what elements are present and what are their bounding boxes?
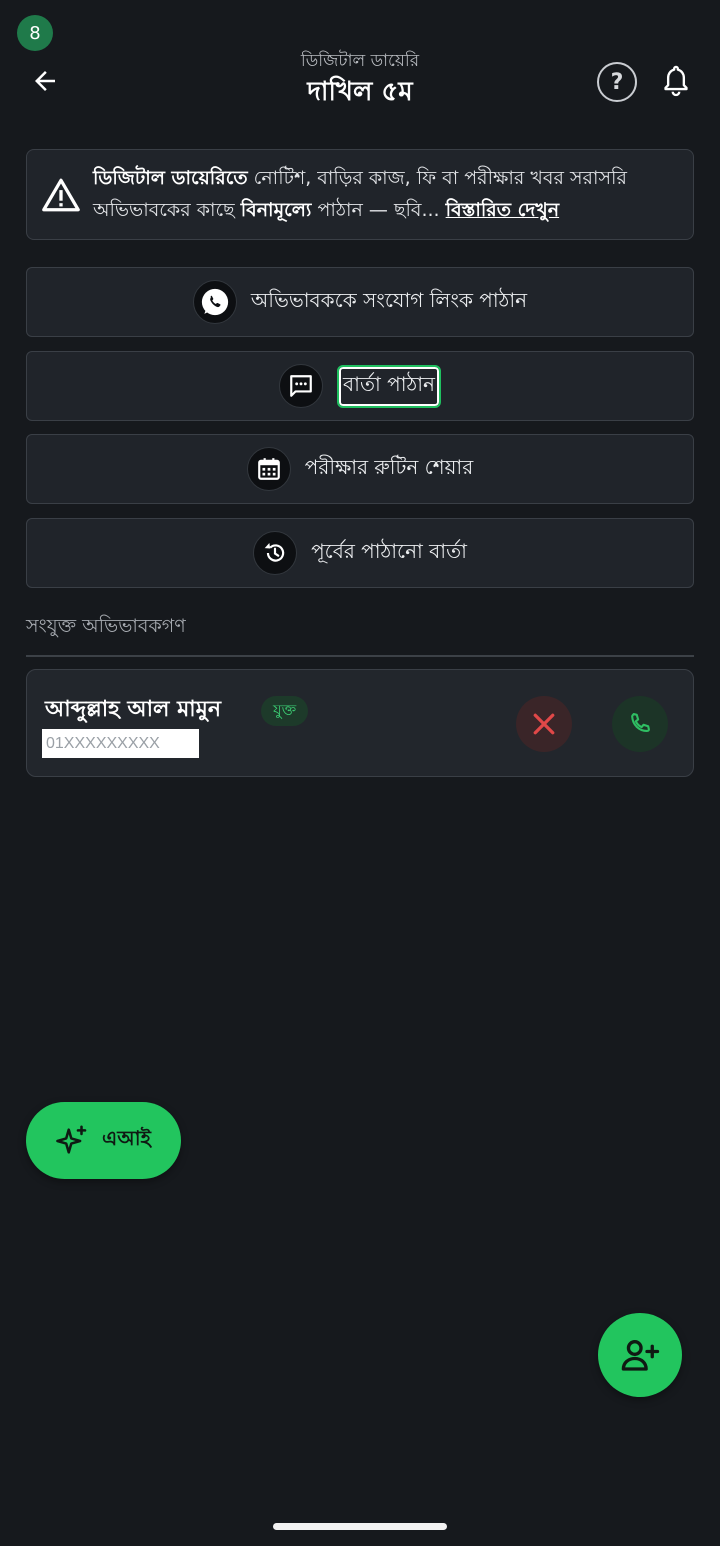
- back-arrow-icon: [35, 71, 55, 91]
- action-label: পূর্বের পাঠানো বার্তা: [311, 538, 467, 563]
- phone-icon: [631, 713, 650, 732]
- add-parent-button[interactable]: [598, 1313, 682, 1397]
- details-link[interactable]: বিস্তারিত দেখুন: [446, 199, 559, 221]
- ai-assistant-button[interactable]: এআই: [26, 1102, 181, 1179]
- notice-bold-mid: বিনামূল্যে: [240, 199, 312, 221]
- ai-button-label: এআই: [102, 1126, 151, 1150]
- help-button[interactable]: ?: [597, 62, 637, 102]
- notice-text: ডিজিটাল ডায়েরিতে নোটিশ, বাড়ির কাজ, ফি …: [93, 162, 688, 226]
- action-label: অভিভাবককে সংযোগ লিংক পাঠান: [250, 287, 528, 312]
- back-button[interactable]: [22, 58, 68, 104]
- notice-text-b: পাঠান — ছবি...: [311, 199, 446, 221]
- parent-card[interactable]: আব্দুল্লাহ আল মামুন যুক্ত 01XXXXXXXXX: [26, 669, 694, 777]
- sparkle-icon: [56, 1125, 87, 1154]
- call-parent-button[interactable]: [612, 696, 668, 752]
- whatsapp-icon: [192, 280, 237, 324]
- page-subtitle: ডিজিটাল ডায়েরি: [300, 51, 420, 71]
- bell-icon: [664, 65, 688, 97]
- share-exam-routine-button[interactable]: পরীক্ষার রুটিন শেয়ার: [26, 434, 694, 504]
- status-badge: যুক্ত: [261, 696, 309, 726]
- notification-count-badge: 8: [17, 15, 53, 51]
- page-title: দাখিল ৫ম: [307, 77, 413, 107]
- send-connection-link-button[interactable]: অভিভাবককে সংযোগ লিংক পাঠান: [26, 267, 694, 337]
- parent-phone: 01XXXXXXXXX: [42, 729, 199, 758]
- section-heading: সংযুক্ত অভিভাবকগণ: [26, 615, 186, 637]
- action-label: পরীক্ষার রুটিন শেয়ার: [304, 454, 474, 479]
- message-icon: [279, 364, 324, 408]
- history-icon: [253, 531, 298, 575]
- section-divider: [26, 655, 694, 657]
- remove-parent-button[interactable]: [516, 696, 572, 752]
- notice-bold-start: ডিজিটাল ডায়েরিতে: [93, 167, 248, 189]
- previous-messages-button[interactable]: পূর্বের পাঠানো বার্তা: [26, 518, 694, 588]
- calendar-icon: [246, 447, 291, 491]
- close-icon: [533, 713, 555, 735]
- info-notice-banner: ডিজিটাল ডায়েরিতে নোটিশ, বাড়ির কাজ, ফি …: [26, 149, 694, 240]
- action-label: বার্তা পাঠান: [337, 364, 441, 408]
- header-title-group: ডিজিটাল ডায়েরি দাখিল ৫ম: [160, 50, 560, 110]
- help-icon: ?: [610, 69, 624, 95]
- notifications-button[interactable]: [656, 60, 696, 102]
- home-indicator[interactable]: [273, 1523, 447, 1530]
- warning-icon: [42, 178, 80, 212]
- parent-name: আব্দুল্লাহ আল মামুন: [45, 697, 222, 722]
- add-person-icon: [621, 1340, 660, 1371]
- send-message-button[interactable]: বার্তা পাঠান: [26, 351, 694, 421]
